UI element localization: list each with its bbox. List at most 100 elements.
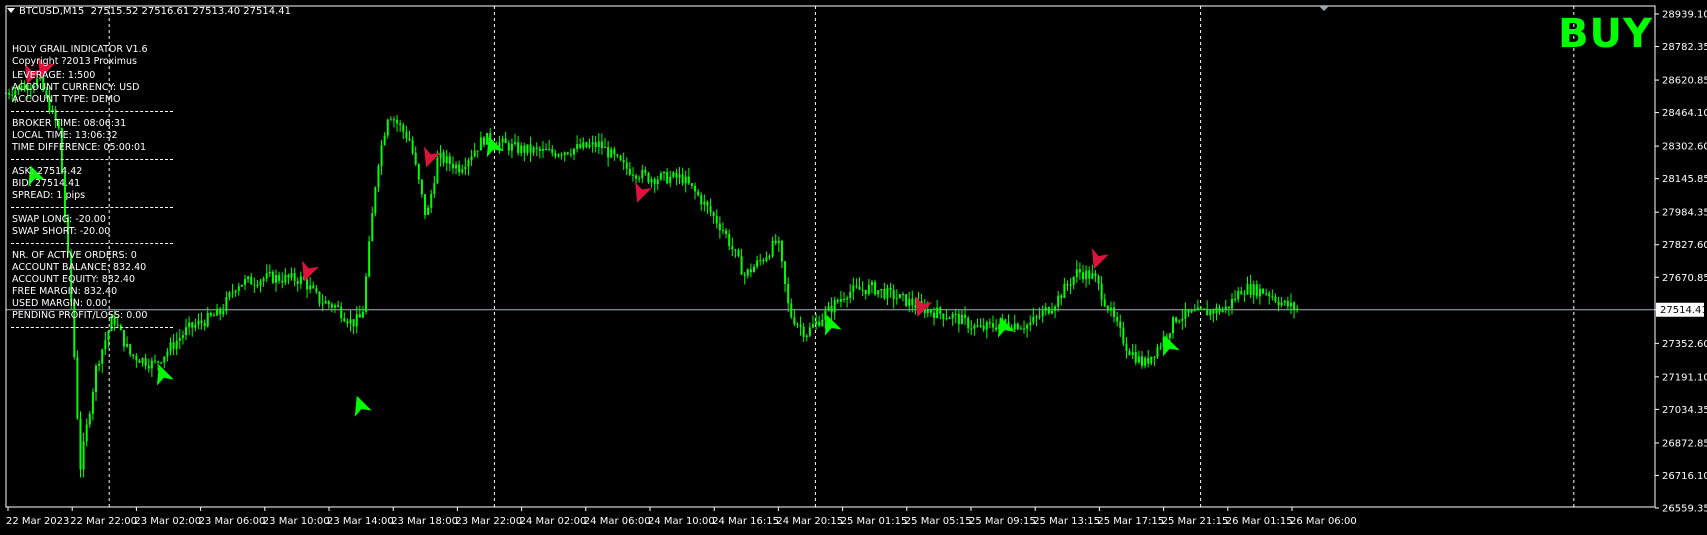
- candle: [343, 312, 346, 323]
- candle: [843, 292, 846, 303]
- candle: [76, 350, 79, 420]
- candle-body: [572, 148, 575, 155]
- candle-body: [330, 304, 333, 308]
- candle: [1240, 286, 1243, 295]
- candle-body: [718, 223, 721, 231]
- candle: [731, 237, 734, 257]
- candle: [1041, 305, 1044, 323]
- candle: [703, 194, 706, 212]
- candle: [237, 282, 240, 296]
- candle-body: [784, 261, 787, 284]
- candle-body: [1271, 296, 1274, 298]
- candle: [774, 233, 777, 246]
- sell-arrow-shape: [635, 181, 653, 203]
- indicator-title: HOLY GRAIL INDICATOR V1.6: [12, 44, 148, 55]
- buy-arrow-shape: [354, 395, 372, 417]
- candle: [197, 313, 200, 330]
- candle-body: [787, 283, 790, 304]
- candle: [576, 135, 579, 153]
- y-axis-label: 27984.35: [1662, 208, 1707, 219]
- candle-body: [209, 312, 212, 316]
- candle-body: [759, 260, 762, 262]
- candle: [780, 239, 783, 269]
- candle: [1109, 301, 1112, 317]
- candle-body: [340, 306, 343, 319]
- candle: [694, 182, 697, 200]
- candle-body: [737, 250, 740, 257]
- candle-body: [1097, 276, 1100, 284]
- candle: [1069, 278, 1072, 295]
- candle-body: [1156, 347, 1159, 358]
- candle: [836, 298, 839, 304]
- candle-body: [1274, 296, 1277, 302]
- candle: [1246, 276, 1249, 295]
- candle-body: [1206, 308, 1209, 316]
- candle-body: [98, 363, 101, 366]
- candle: [625, 157, 628, 176]
- candle: [455, 161, 458, 175]
- candle-body: [287, 274, 290, 278]
- candle: [759, 253, 762, 266]
- candle-body: [185, 327, 188, 336]
- candle: [529, 136, 532, 162]
- candle: [1215, 303, 1218, 321]
- sell-arrow-icon: [635, 181, 653, 203]
- candle-body: [529, 144, 532, 153]
- candle-body: [1094, 273, 1097, 277]
- candle: [818, 315, 821, 328]
- candle-body: [1212, 310, 1215, 314]
- candle: [8, 88, 11, 100]
- candle: [1088, 266, 1091, 285]
- candle-body: [349, 319, 352, 324]
- free-margin-row: FREE MARGIN: 832.40: [12, 286, 118, 297]
- candle: [762, 257, 765, 265]
- candle-body: [799, 324, 802, 327]
- candle-body: [557, 154, 560, 157]
- price-chart[interactable]: 28939.10 28782.35 28620.85 28464.10 28302.60…: [0, 0, 1707, 535]
- candle-body: [936, 307, 939, 318]
- candle-body: [1050, 310, 1053, 314]
- candle-body: [405, 131, 408, 139]
- candle: [1097, 274, 1100, 291]
- candle: [777, 236, 780, 253]
- x-axis-label: 25 Mar 13:15: [1033, 516, 1100, 527]
- candle: [222, 304, 225, 318]
- candle: [582, 137, 585, 151]
- candle: [796, 322, 799, 329]
- chart-shift-marker-icon[interactable]: [1319, 6, 1329, 11]
- candle: [185, 318, 188, 341]
- candle-body: [945, 318, 948, 320]
- candle-body: [594, 142, 597, 148]
- candle-body: [582, 142, 585, 148]
- candle-body: [672, 172, 675, 177]
- candle-body: [243, 279, 246, 285]
- candle-body: [420, 179, 423, 195]
- candle-body: [138, 360, 141, 363]
- candle: [616, 153, 619, 158]
- candle-body: [1125, 343, 1128, 352]
- chart-window[interactable]: 28939.10 28782.35 28620.85 28464.10 28302.60…: [0, 0, 1707, 535]
- candle: [855, 278, 858, 289]
- candle-body: [641, 169, 644, 179]
- candle: [147, 358, 150, 373]
- candle: [293, 267, 296, 287]
- candle: [212, 312, 215, 317]
- candle-body: [464, 166, 467, 170]
- candle-body: [774, 240, 777, 243]
- candle: [141, 357, 144, 367]
- candle: [1193, 304, 1196, 312]
- dropdown-triangle-icon[interactable]: [7, 8, 15, 13]
- candle-body: [216, 308, 219, 316]
- y-axis-label: 28782.35: [1662, 42, 1707, 53]
- candle: [700, 192, 703, 211]
- candle-body: [101, 349, 104, 364]
- candle-body: [684, 176, 687, 184]
- candle-body: [867, 284, 870, 295]
- candle-body: [1193, 310, 1196, 312]
- candle: [101, 348, 104, 374]
- candle-body: [886, 287, 889, 299]
- candle: [604, 137, 607, 149]
- candle: [600, 133, 603, 155]
- y-axis-label: 28464.10: [1662, 108, 1707, 119]
- candle: [895, 289, 898, 305]
